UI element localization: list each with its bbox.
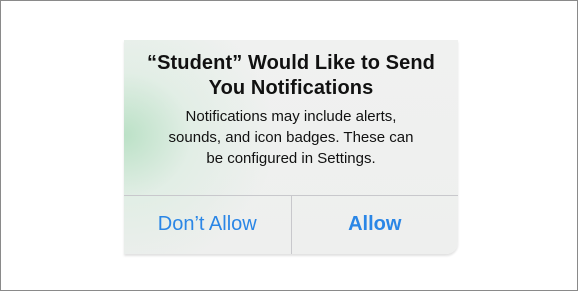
- notification-permission-alert: “Student” Would Like to Send You Notific…: [124, 40, 458, 254]
- alert-message-line: be configured in Settings.: [206, 150, 376, 167]
- alert-button-row: Don’t Allow Allow: [124, 196, 458, 254]
- alert-title: “Student” Would Like to Send You Notific…: [124, 40, 458, 101]
- alert-title-line: “Student” Would Like to Send: [147, 52, 435, 74]
- alert-message-line: Notifications may include alerts,: [185, 108, 397, 125]
- allow-button[interactable]: Allow: [292, 196, 459, 254]
- alert-message: Notifications may include alerts, sounds…: [124, 101, 458, 169]
- dont-allow-button[interactable]: Don’t Allow: [124, 196, 291, 254]
- screenshot-frame: “Student” Would Like to Send You Notific…: [0, 0, 578, 291]
- alert-message-line: sounds, and icon badges. These can: [168, 129, 414, 146]
- alert-content: “Student” Would Like to Send You Notific…: [124, 40, 458, 195]
- alert-title-line: You Notifications: [208, 77, 374, 99]
